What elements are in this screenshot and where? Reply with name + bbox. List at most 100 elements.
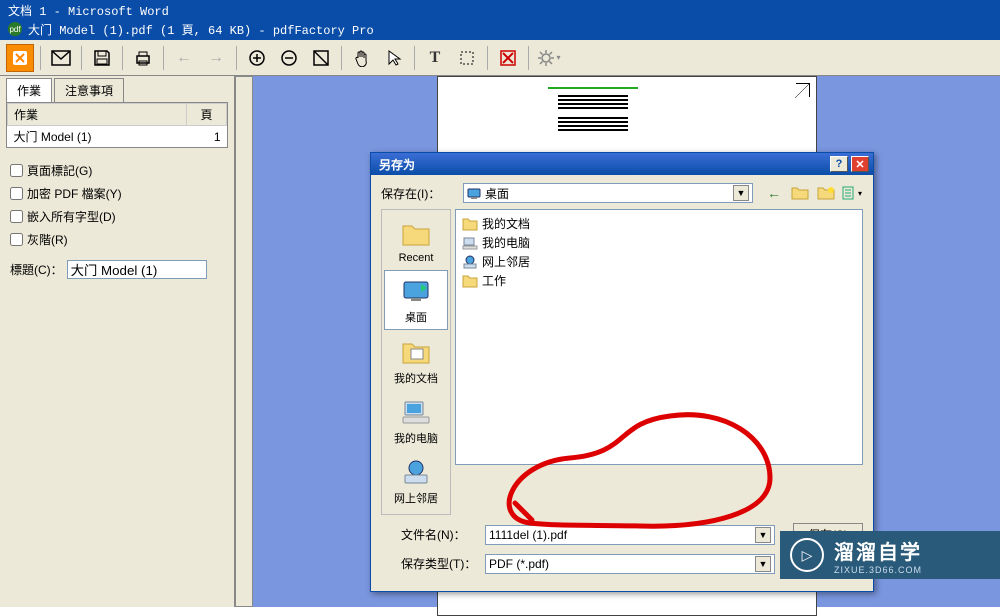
places-bar: Recent 桌面 我的文档 (381, 209, 451, 515)
filetype-combo[interactable]: PDF (*.pdf) ▼ (485, 554, 775, 574)
tab-notes[interactable]: 注意事項 (54, 78, 124, 102)
filetype-value: PDF (*.pdf) (489, 557, 549, 571)
save-in-combo[interactable]: 桌面 ▼ (463, 183, 753, 203)
print-button[interactable] (129, 44, 157, 72)
marquee-icon (458, 49, 476, 67)
printer-icon (134, 49, 152, 67)
text-tool-button[interactable]: T (421, 44, 449, 72)
place-network[interactable]: 网上邻居 (384, 452, 448, 510)
pdffactory-app-icon: pdf (8, 22, 22, 36)
job-list: 作業 頁 大门 Model (1) 1 (6, 102, 228, 148)
mydocs-icon (400, 336, 432, 368)
delete-x-icon (499, 49, 517, 67)
save-as-dialog: 另存为 ? ✕ 保存在(I)： 桌面 ▼ ← (370, 152, 874, 592)
delete-button[interactable] (494, 44, 522, 72)
folder-recent-icon (400, 218, 432, 250)
embed-fonts-checkbox[interactable]: 嵌入所有字型(D) (10, 208, 224, 225)
pdf-tool-button[interactable] (6, 44, 34, 72)
nav-back-button[interactable]: ← (763, 183, 785, 203)
place-mycomputer[interactable]: 我的电脑 (384, 392, 448, 450)
place-recent[interactable]: Recent (384, 214, 448, 268)
filetype-label: 保存类型(T)： (381, 555, 477, 572)
new-folder-button[interactable] (815, 183, 837, 203)
drawing-preview (548, 87, 638, 137)
left-panel: 作業 注意事項 作業 頁 大门 Model (1) 1 頁面標記(G) (0, 76, 235, 607)
filename-label: 文件名(N)： (381, 526, 477, 543)
fit-page-button[interactable] (307, 44, 335, 72)
place-desktop[interactable]: 桌面 (384, 270, 448, 330)
jobs-col-page[interactable]: 頁 (187, 104, 227, 126)
job-row[interactable]: 大门 Model (1) 1 (8, 126, 227, 148)
chevron-down-icon: ▼ (733, 185, 749, 201)
job-page: 1 (187, 126, 227, 148)
computer-small-icon (462, 235, 478, 251)
file-list[interactable]: 我的文档 我的电脑 网上邻居 工作 (455, 209, 863, 465)
folder-docs-icon (462, 216, 478, 232)
watermark-badge: ▷ 溜溜自学 ZIXUE.3D66.COM (780, 531, 1000, 579)
watermark-url: ZIXUE.3D66.COM (834, 565, 922, 575)
hand-icon (354, 49, 370, 67)
watermark-brand: 溜溜自学 (834, 536, 922, 565)
nav-forward-button[interactable]: → (202, 44, 230, 72)
zoom-out-button[interactable] (275, 44, 303, 72)
settings-button[interactable]: ▾ (535, 44, 563, 72)
title-label: 標題(C)： (10, 261, 63, 278)
page-fold-icon (796, 83, 810, 97)
folder-icon (462, 273, 478, 289)
views-button[interactable]: ▾ (841, 183, 863, 203)
job-name: 大门 Model (1) (8, 126, 187, 148)
page-mark-checkbox[interactable]: 頁面標記(G) (10, 162, 224, 179)
filename-value: 1111del (1).pdf (489, 528, 567, 542)
save-in-label: 保存在(I)： (381, 185, 457, 202)
select-tool-button[interactable] (453, 44, 481, 72)
plus-circle-icon (248, 49, 266, 67)
file-item-network[interactable]: 网上邻居 (460, 252, 858, 271)
jobs-col-name[interactable]: 作業 (8, 104, 187, 126)
dialog-close-button[interactable]: ✕ (851, 156, 869, 172)
hand-tool-button[interactable] (348, 44, 376, 72)
grayscale-checkbox[interactable]: 灰階(R) (10, 231, 224, 248)
gear-icon (537, 49, 555, 67)
tab-jobs[interactable]: 作業 (6, 78, 52, 102)
mode-icon (11, 49, 29, 67)
options-panel: 頁面標記(G) 加密 PDF 檔案(Y) 嵌入所有字型(D) 灰階(R) 標題(… (0, 154, 234, 287)
pointer-tool-button[interactable] (380, 44, 408, 72)
word-title-bar: 文档 1 - Microsoft Word (0, 0, 1000, 18)
envelope-icon (51, 50, 71, 66)
fit-icon (312, 49, 330, 67)
chevron-down-icon: ▼ (755, 556, 771, 572)
desktop-icon (467, 186, 481, 200)
email-button[interactable] (47, 44, 75, 72)
left-panel-tabs: 作業 注意事項 (0, 76, 234, 102)
folder-up-icon (791, 185, 809, 201)
chevron-down-icon: ▼ (755, 527, 771, 543)
filename-combo[interactable]: 1111del (1).pdf ▼ (485, 525, 775, 545)
cursor-icon (386, 49, 402, 67)
network-small-icon (462, 254, 478, 270)
pdffactory-title-bar: pdf 大门 Model (1).pdf (1 頁, 64 KB) - pdfF… (0, 18, 1000, 40)
zoom-in-button[interactable] (243, 44, 271, 72)
up-folder-button[interactable] (789, 183, 811, 203)
file-item-work[interactable]: 工作 (460, 271, 858, 290)
dialog-help-button[interactable]: ? (830, 156, 848, 172)
word-title-text: 文档 1 - Microsoft Word (8, 5, 169, 19)
minus-circle-icon (280, 49, 298, 67)
new-folder-icon (817, 185, 835, 201)
desktop-place-icon (400, 275, 432, 307)
play-circle-icon: ▷ (790, 538, 824, 572)
views-icon (842, 186, 858, 200)
file-item-mydocs[interactable]: 我的文档 (460, 214, 858, 233)
computer-icon (400, 396, 432, 428)
place-mydocs[interactable]: 我的文档 (384, 332, 448, 390)
save-button[interactable] (88, 44, 116, 72)
panel-scrollbar[interactable] (235, 76, 253, 607)
file-item-mycomputer[interactable]: 我的电脑 (460, 233, 858, 252)
pdffactory-title-text: 大门 Model (1).pdf (1 頁, 64 KB) - pdfFacto… (28, 21, 374, 38)
pdffactory-toolbar: ← → T ▾ (0, 40, 1000, 76)
save-in-value: 桌面 (485, 185, 509, 202)
dialog-title-bar[interactable]: 另存为 ? ✕ (371, 153, 873, 175)
nav-back-button[interactable]: ← (170, 44, 198, 72)
encrypt-checkbox[interactable]: 加密 PDF 檔案(Y) (10, 185, 224, 202)
floppy-icon (93, 49, 111, 67)
title-input[interactable] (67, 260, 207, 279)
